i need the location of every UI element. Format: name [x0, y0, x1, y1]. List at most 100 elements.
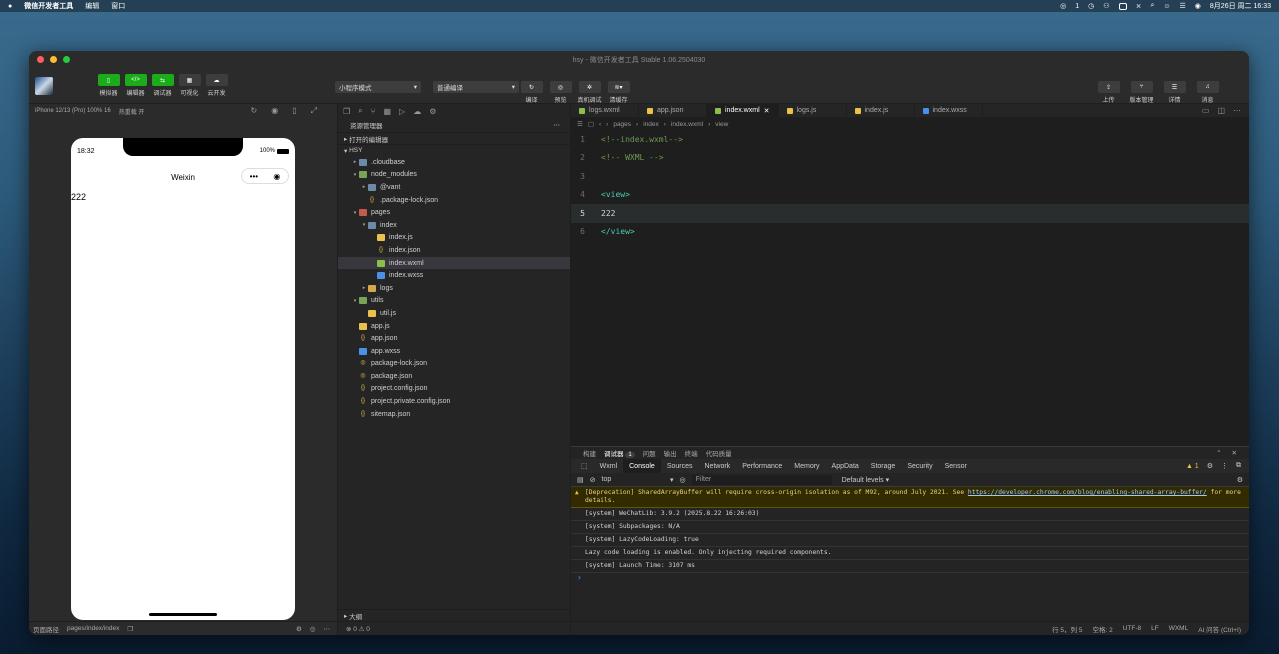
tab-build[interactable]: 构建: [583, 448, 596, 458]
file-tree-item[interactable]: ▸ .cloudbase: [338, 156, 570, 169]
back-icon[interactable]: ‹: [599, 121, 601, 128]
wifi-off-icon[interactable]: ⨯: [1136, 2, 1142, 10]
avatar[interactable]: [35, 76, 53, 95]
status-item[interactable]: 空格: 2: [1092, 624, 1112, 634]
status-item[interactable]: UTF-8: [1123, 625, 1141, 632]
file-tree-item[interactable]: ▸ @vant: [338, 181, 570, 194]
menubar-app-name[interactable]: 微信开发者工具: [24, 1, 73, 11]
simulator-toggle-button[interactable]: ▯ 模拟器: [97, 74, 120, 97]
close-icon[interactable]: ✕: [1232, 449, 1237, 457]
devtools-tab-performance[interactable]: Performance: [736, 459, 788, 473]
devtools-tab-storage[interactable]: Storage: [865, 459, 902, 473]
more-dots-icon[interactable]: •••: [250, 172, 258, 181]
tab-code-quality[interactable]: 代码质量: [706, 448, 732, 458]
file-tree-item[interactable]: {} app.json: [338, 332, 570, 345]
files-icon[interactable]: ❐: [343, 107, 350, 116]
wechat-status-icon[interactable]: ◎: [1060, 2, 1066, 10]
split-editor-icon[interactable]: ◫: [1217, 106, 1225, 115]
tab-debugger[interactable]: 调试器 1: [604, 448, 635, 458]
apple-icon[interactable]: ●: [8, 3, 12, 10]
file-tree-item[interactable]: app.wxss: [338, 345, 570, 358]
details-button[interactable]: ☰ 详情: [1163, 81, 1186, 104]
editor-tab[interactable]: logs.wxml: [571, 104, 639, 117]
settings-icon[interactable]: ⚙: [1237, 476, 1249, 484]
project-section[interactable]: ▾ HSY: [338, 144, 570, 156]
list-icon[interactable]: ☰: [577, 120, 583, 128]
file-tree-item[interactable]: {} project.private.config.json: [338, 395, 570, 408]
breadcrumb-item[interactable]: pages: [613, 121, 631, 128]
file-tree-item[interactable]: ◎ package-lock.json: [338, 358, 570, 371]
input-method-icon[interactable]: [1118, 2, 1127, 10]
code-line[interactable]: 5 222: [571, 204, 1249, 223]
clear-cache-button[interactable]: ≋▾ 清缓存: [607, 81, 630, 104]
file-tree-item[interactable]: {} .package-lock.json: [338, 194, 570, 207]
remote-debug-button[interactable]: ✲ 真机调试: [578, 81, 602, 104]
file-tree-item[interactable]: ▸ logs: [338, 282, 570, 295]
log-levels-select[interactable]: Default levels ▾: [842, 476, 889, 484]
devtools-tab-wxml[interactable]: Wxml: [594, 459, 624, 473]
mini-program-capsule[interactable]: ••• ◉: [241, 168, 289, 184]
tab-terminal[interactable]: 终端: [685, 448, 698, 458]
file-tree-item[interactable]: index.wxml: [338, 256, 570, 270]
sidebar-toggle-icon[interactable]: ▤: [577, 476, 584, 484]
compile-select[interactable]: 普通编译 ▾: [433, 81, 519, 93]
siri-icon[interactable]: ◉: [1195, 2, 1201, 10]
file-tree-item[interactable]: ▾ pages: [338, 206, 570, 219]
control-center-icon[interactable]: ☰: [1180, 2, 1186, 10]
compile-button[interactable]: ↻ 编译: [520, 81, 543, 104]
device-select[interactable]: iPhone 12/13 (Pro) 100% 16: [35, 108, 111, 114]
file-tree-item[interactable]: {} index.json: [338, 244, 570, 257]
more-vert-icon[interactable]: ⋮: [1221, 462, 1228, 470]
record-icon[interactable]: ◉: [271, 106, 278, 116]
file-tree-item[interactable]: ▾ node_modules: [338, 169, 570, 182]
outline-section[interactable]: ▸ 大纲: [338, 609, 571, 621]
bookmark-icon[interactable]: ▢: [588, 120, 594, 128]
more-icon[interactable]: ⋯: [324, 625, 331, 633]
menubar-item-edit[interactable]: 编辑: [85, 1, 99, 11]
devtools-tab-sources[interactable]: Sources: [661, 459, 699, 473]
editor-tab[interactable]: index.wxml ✕: [707, 104, 779, 117]
copy-icon[interactable]: ❐: [127, 625, 133, 633]
extensions-icon[interactable]: ▦: [383, 107, 391, 116]
tab-problems[interactable]: 问题: [643, 448, 656, 458]
code-line[interactable]: 3: [571, 167, 1249, 186]
expand-icon[interactable]: ⤢: [311, 106, 317, 116]
more-icon[interactable]: ⋯: [554, 121, 571, 129]
code-line[interactable]: 2 <!-- WXML -->: [571, 149, 1249, 168]
more-icon[interactable]: ⋯: [1233, 106, 1241, 115]
breadcrumb-item[interactable]: index: [643, 121, 659, 128]
file-tree-item[interactable]: ▾ utils: [338, 295, 570, 308]
page-path-label[interactable]: 页面路径: [33, 624, 59, 634]
clear-console-icon[interactable]: ⊘: [590, 476, 596, 484]
cloud-dev-button[interactable]: ☁ 云开发: [205, 74, 228, 97]
warning-count[interactable]: ▲ 1: [1186, 463, 1199, 470]
file-tree-item[interactable]: {} sitemap.json: [338, 408, 570, 421]
code-line[interactable]: 6 </view>: [571, 223, 1249, 242]
restart-icon[interactable]: ↻: [251, 106, 258, 116]
file-tree-item[interactable]: index.js: [338, 232, 570, 245]
file-tree-item[interactable]: ◎ package.json: [338, 370, 570, 383]
settings-icon[interactable]: ⚙: [429, 107, 436, 116]
editor-tab[interactable]: index.js: [847, 104, 915, 117]
breadcrumb-item[interactable]: view: [715, 121, 728, 128]
open-editors-section[interactable]: ▸ 打开的编辑器: [338, 132, 570, 144]
editor-tab[interactable]: index.wxss: [915, 104, 983, 117]
preview-button[interactable]: ◎ 预览: [549, 81, 572, 104]
messages-button[interactable]: ♫ 消息: [1196, 81, 1219, 104]
user-switch-icon[interactable]: ☺: [1163, 3, 1170, 10]
search-icon[interactable]: ⌕: [1150, 2, 1154, 10]
hot-reload-select[interactable]: 热重载 开: [119, 107, 145, 116]
version-control-button[interactable]: ⑂ 版本管理: [1130, 81, 1154, 104]
file-tree-item[interactable]: util.js: [338, 307, 570, 320]
source-control-icon[interactable]: ⑂: [371, 107, 376, 116]
code-area[interactable]: 1 <!--index.wxml--> 2 <!-- WXML --> 3 4 <view>…: [571, 130, 1249, 241]
eye-icon[interactable]: ◎: [310, 625, 316, 633]
warning-link[interactable]: https://developer.chrome.com/blog/enabli…: [968, 489, 1207, 496]
status-item[interactable]: WXML: [1169, 625, 1189, 632]
status-item[interactable]: 行 5，列 5: [1052, 624, 1082, 634]
console-filter-input[interactable]: Filter: [691, 474, 832, 485]
file-tree-item[interactable]: ▾ index: [338, 219, 570, 232]
phone-rotate-icon[interactable]: ▯: [292, 106, 296, 116]
debug-icon[interactable]: ▷: [399, 107, 405, 116]
code-line[interactable]: 4 <view>: [571, 186, 1249, 205]
